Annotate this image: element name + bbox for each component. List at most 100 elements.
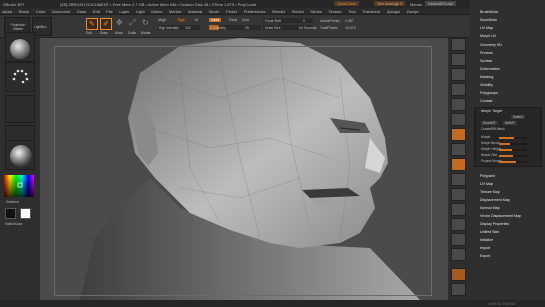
secondary-color-swatch[interactable] <box>20 208 31 219</box>
menu-file[interactable]: File <box>104 8 112 14</box>
menu-transform[interactable]: Transform <box>360 8 380 14</box>
frame-button[interactable] <box>451 203 466 216</box>
color-picker[interactable] <box>4 175 34 197</box>
zsub-button[interactable]: Zsub <box>229 18 237 22</box>
edit-mode-button[interactable]: ✎ <box>86 18 98 30</box>
palette-item-uvmap-top[interactable]: UV Map <box>480 26 493 30</box>
scale-mode-button[interactable]: ⤢ Scale <box>128 18 139 35</box>
menus-button[interactable]: Menus <box>410 2 422 7</box>
morph-dist-slider[interactable] <box>499 155 527 157</box>
zcut-button[interactable]: Zcut <box>242 18 249 22</box>
local-button[interactable] <box>451 158 466 171</box>
mrgb-button[interactable]: Mrgb <box>158 18 166 22</box>
palette-item-displayproperties[interactable]: Display Properties <box>480 222 509 226</box>
palette-item-polypaint[interactable]: Polypaint <box>480 174 495 178</box>
scroll-button[interactable] <box>451 68 466 81</box>
floor-button[interactable] <box>451 143 466 156</box>
menu-alpha[interactable]: Alpha <box>0 8 12 14</box>
menu-stencil[interactable]: Stencil <box>290 8 304 14</box>
create-diff-mesh-button[interactable]: CreateDiff Mesh <box>481 127 505 131</box>
move-mode-button[interactable]: ✥ Move <box>115 18 126 35</box>
menu-zplugin[interactable]: Zplugin <box>385 8 400 14</box>
draw-mode-button[interactable]: ✐ <box>100 18 112 30</box>
morph-height-slider[interactable] <box>499 149 527 151</box>
morph-slider[interactable] <box>499 137 527 139</box>
persp-button[interactable] <box>451 128 466 141</box>
palette-item-preview[interactable]: Preview <box>480 51 493 55</box>
menu-draw[interactable]: Draw <box>75 8 86 14</box>
menu-movie[interactable]: Movie <box>207 8 220 14</box>
palette-item-unifiedskin[interactable]: Unified Skin <box>480 230 499 234</box>
xyz-button[interactable] <box>451 188 466 201</box>
see-through-slider[interactable]: See-through 0 <box>374 1 406 6</box>
material-thumbnail[interactable] <box>5 140 35 170</box>
palette-item-masking[interactable]: Masking <box>480 75 493 79</box>
m-button[interactable]: M <box>195 18 198 22</box>
menu-material[interactable]: Material <box>186 8 202 14</box>
focal-shift-slider[interactable]: Focal Shift 0 <box>263 18 313 23</box>
switch-color-button[interactable]: SwitchColor <box>5 222 23 226</box>
polyf-button[interactable] <box>451 268 466 281</box>
default-script-button[interactable]: DefaultZScript <box>425 1 457 6</box>
palette-item-surface[interactable]: Surface <box>480 59 492 63</box>
alpha-thumbnail[interactable] <box>5 95 35 123</box>
menu-tool[interactable]: Tool <box>346 8 355 14</box>
rotate-view-button[interactable] <box>451 248 466 261</box>
menu-zscript[interactable]: Zscript <box>405 8 419 14</box>
palette-item-visibility[interactable]: Visibility <box>480 83 493 87</box>
menu-render[interactable]: Render <box>270 8 285 14</box>
menu-preferences[interactable]: Preferences <box>242 8 266 14</box>
palette-item-savemods[interactable]: SaveMods <box>480 18 497 22</box>
menu-macro[interactable]: Macro <box>149 8 162 14</box>
morph-brush-slider[interactable] <box>499 143 527 145</box>
rgb-button[interactable]: Rgb <box>176 18 187 22</box>
rotate-mode-button[interactable]: ↻ Rotate <box>141 18 153 35</box>
menu-color[interactable]: Color <box>34 8 46 14</box>
bpr-button[interactable] <box>451 38 466 51</box>
spix-button[interactable] <box>451 53 466 66</box>
aahalf-button[interactable] <box>451 113 466 126</box>
brush-thumbnail[interactable] <box>5 32 35 62</box>
palette-item-vectordisplacementmap[interactable]: Vector Displacement Map <box>480 214 521 218</box>
menu-edit[interactable]: Edit <box>91 8 100 14</box>
palette-item-deformation[interactable]: Deformation <box>480 67 500 71</box>
zadd-button[interactable]: Zadd <box>209 18 222 22</box>
morph-target-title[interactable]: Morph Target <box>481 109 502 113</box>
lsym-button[interactable] <box>451 173 466 186</box>
palette-item-export[interactable]: Export <box>480 254 490 258</box>
rgb-intensity-slider[interactable]: Rgb Intensity 100 <box>158 25 200 30</box>
menu-document[interactable]: Document <box>50 8 70 14</box>
gradient-label[interactable]: Gradient <box>6 200 19 204</box>
stroke-thumbnail[interactable] <box>5 62 35 92</box>
actual-button[interactable] <box>451 98 466 111</box>
palette-item-geometryhd[interactable]: Geometry HD <box>480 43 502 47</box>
scale-view-button[interactable] <box>451 233 466 246</box>
delete-mt-button[interactable]: DelMT <box>503 121 517 125</box>
main-color-swatch[interactable] <box>5 208 16 219</box>
palette-item-morphuv[interactable]: Morph UV <box>480 34 496 38</box>
palette-item-brushmods[interactable]: BrushMods <box>480 10 498 14</box>
menu-texture[interactable]: Texture <box>326 8 341 14</box>
quicksave-button[interactable]: QuickSave <box>334 1 360 6</box>
palette-item-contact[interactable]: Contact <box>480 99 492 103</box>
palette-item-displacementmap[interactable]: Displacement Map <box>480 198 510 202</box>
menu-brush[interactable]: Brush <box>17 8 29 14</box>
project-morph-slider[interactable] <box>499 161 527 163</box>
menu-layer[interactable]: Layer <box>117 8 129 14</box>
palette-item-initialize[interactable]: Initialize <box>480 238 493 242</box>
menu-picker[interactable]: Picker <box>224 8 237 14</box>
menu-stroke[interactable]: Stroke <box>308 8 322 14</box>
palette-item-uvmap[interactable]: UV Map <box>480 182 493 186</box>
palette-item-normalmap[interactable]: Normal Map <box>480 206 500 210</box>
menu-light[interactable]: Light <box>134 8 145 14</box>
dynamic-button[interactable]: Dynamic <box>304 26 317 30</box>
transp-button[interactable] <box>451 283 466 296</box>
switch-button[interactable]: Switch <box>511 115 525 119</box>
palette-item-polygroups[interactable]: Polygroups <box>480 91 498 95</box>
z-intensity-slider[interactable]: Z Intensity 25 <box>209 25 261 30</box>
palette-item-texturemap[interactable]: Texture Map <box>480 190 500 194</box>
store-mt-button[interactable]: StoreMT <box>481 121 498 125</box>
menu-marker[interactable]: Marker <box>167 8 181 14</box>
move-view-button[interactable] <box>451 218 466 231</box>
zoom-button[interactable] <box>451 83 466 96</box>
